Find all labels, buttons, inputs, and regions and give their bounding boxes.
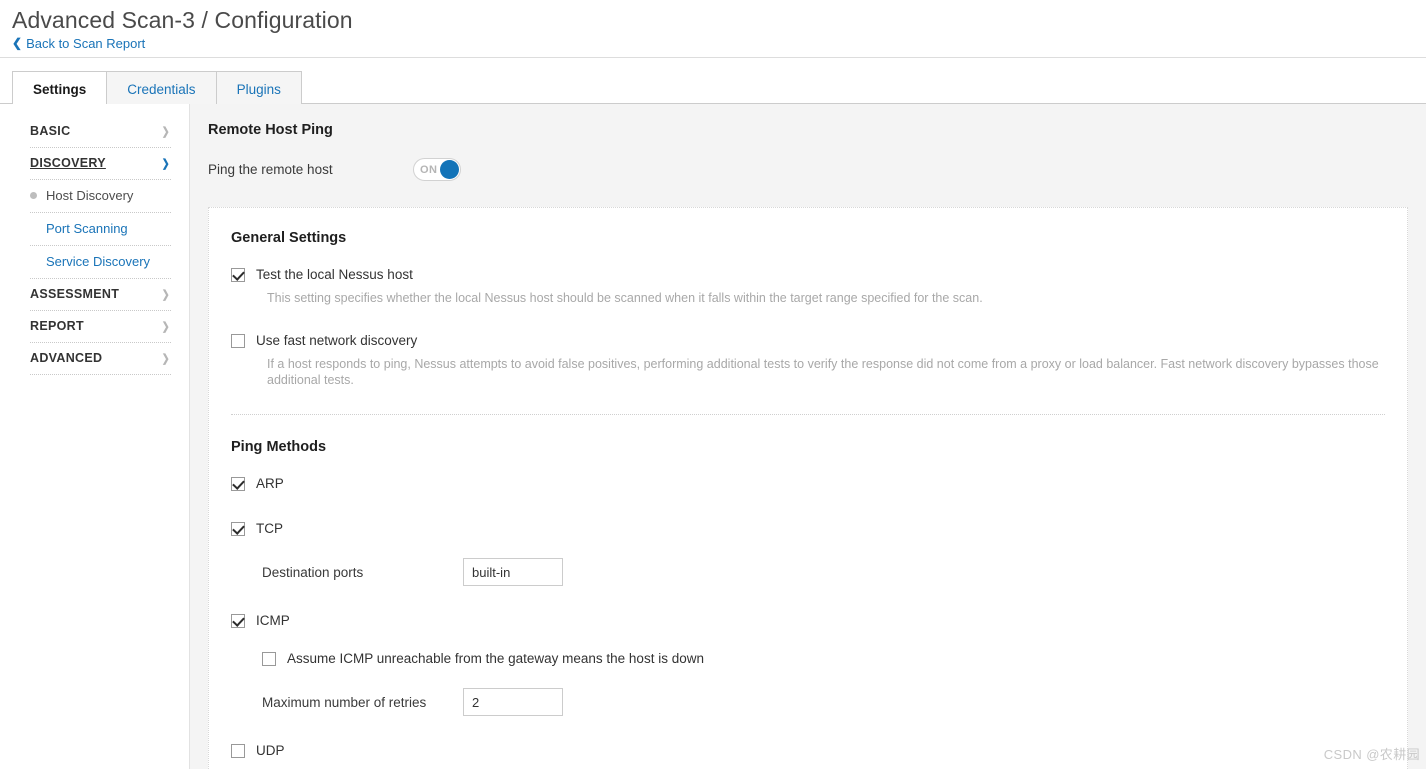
tab-plugins[interactable]: Plugins <box>215 71 302 104</box>
bullet-placeholder-icon <box>30 225 37 232</box>
udp-label: UDP <box>256 743 285 758</box>
general-settings-title: General Settings <box>231 230 347 246</box>
sidebar-group-discovery[interactable]: DISCOVERY ❯ <box>30 148 171 180</box>
chevron-right-icon: ❯ <box>162 125 171 138</box>
arp-checkbox[interactable] <box>231 477 245 491</box>
general-settings-section: General Settings Test the local Nessus h… <box>231 230 1385 392</box>
sidebar-group-assessment-label: ASSESSMENT <box>30 287 120 301</box>
settings-panel: General Settings Test the local Nessus h… <box>208 207 1408 769</box>
icmp-unreachable-label: Assume ICMP unreachable from the gateway… <box>287 651 704 666</box>
test-local-nessus-host-help: This setting specifies whether the local… <box>267 291 983 305</box>
toggle-state-label: ON <box>420 163 438 176</box>
sidebar-group-report[interactable]: REPORT ❯ <box>30 311 171 343</box>
remote-host-ping-title: Remote Host Ping <box>208 122 333 138</box>
sidebar-item-service-discovery[interactable]: Service Discovery <box>30 246 171 279</box>
settings-sidebar: BASIC ❯ DISCOVERY ❯ Host Discovery Port … <box>0 104 190 769</box>
back-to-scan-report-link[interactable]: ❮ Back to Scan Report <box>12 36 145 51</box>
ping-methods-title: Ping Methods <box>231 439 327 455</box>
tcp-label: TCP <box>256 521 283 536</box>
ping-remote-host-toggle[interactable]: ON <box>413 158 461 181</box>
tab-bar: Settings Credentials Plugins <box>0 58 1426 105</box>
sidebar-item-service-discovery-label: Service Discovery <box>46 254 151 269</box>
max-retries-label: Maximum number of retries <box>262 694 427 710</box>
ping-methods-section: Ping Methods ARP TCP Destination ports b… <box>231 439 1385 765</box>
settings-panel-wrapper: General Settings Test the local Nessus h… <box>190 207 1426 769</box>
chevron-down-icon: ❯ <box>162 157 171 170</box>
tcp-row: TCP <box>231 520 1385 537</box>
arp-label: ARP <box>256 476 284 491</box>
sidebar-item-host-discovery-label: Host Discovery <box>46 188 134 203</box>
sidebar-group-advanced-label: ADVANCED <box>30 351 103 365</box>
udp-row: UDP <box>231 742 1385 759</box>
icmp-unreachable-row: Assume ICMP unreachable from the gateway… <box>262 650 1385 667</box>
sidebar-item-host-discovery[interactable]: Host Discovery <box>30 180 171 213</box>
sidebar-group-assessment[interactable]: ASSESSMENT ❯ <box>30 279 171 311</box>
test-local-nessus-host-label: Test the local Nessus host <box>256 267 413 282</box>
sidebar-item-port-scanning-label: Port Scanning <box>46 221 128 236</box>
sidebar-group-advanced[interactable]: ADVANCED ❯ <box>30 343 171 375</box>
ping-remote-host-row: Ping the remote host ON <box>208 158 1426 181</box>
max-retries-row: Maximum number of retries <box>262 688 1385 716</box>
page-header: Advanced Scan-3 / Configuration ❮ Back t… <box>0 0 1426 58</box>
sidebar-group-discovery-label: DISCOVERY <box>30 156 106 170</box>
destination-ports-label: Destination ports <box>262 564 364 580</box>
active-bullet-icon <box>30 192 37 199</box>
sidebar-group-report-label: REPORT <box>30 319 84 333</box>
toggle-knob <box>440 160 459 179</box>
section-divider <box>231 414 1385 415</box>
chevron-left-icon: ❮ <box>12 36 23 50</box>
tab-credentials[interactable]: Credentials <box>106 71 217 104</box>
tcp-checkbox[interactable] <box>231 522 245 536</box>
chevron-right-icon: ❯ <box>162 320 171 333</box>
test-local-nessus-host-checkbox[interactable] <box>231 268 245 282</box>
chevron-right-icon: ❯ <box>162 288 171 301</box>
icmp-row: ICMP <box>231 612 1385 629</box>
body-wrapper: BASIC ❯ DISCOVERY ❯ Host Discovery Port … <box>0 104 1426 769</box>
icmp-unreachable-checkbox[interactable] <box>262 652 276 666</box>
remote-host-ping-section: Remote Host Ping Ping the remote host ON <box>190 122 1426 181</box>
sidebar-group-basic-label: BASIC <box>30 124 71 138</box>
tab-settings[interactable]: Settings <box>12 71 108 105</box>
settings-content: Remote Host Ping Ping the remote host ON… <box>190 104 1426 769</box>
ping-remote-host-label: Ping the remote host <box>208 162 333 177</box>
icmp-checkbox[interactable] <box>231 614 245 628</box>
destination-ports-row: Destination ports <box>262 558 1385 586</box>
use-fast-network-discovery-row: Use fast network discovery <box>231 332 1385 349</box>
bullet-placeholder-icon <box>30 258 37 265</box>
sidebar-group-basic[interactable]: BASIC ❯ <box>30 116 171 148</box>
use-fast-network-discovery-checkbox[interactable] <box>231 334 245 348</box>
destination-ports-input[interactable] <box>463 558 563 586</box>
use-fast-network-discovery-label: Use fast network discovery <box>256 333 418 348</box>
max-retries-input[interactable] <box>463 688 563 716</box>
udp-checkbox[interactable] <box>231 744 245 758</box>
page-title: Advanced Scan-3 / Configuration <box>12 7 353 33</box>
sidebar-item-port-scanning[interactable]: Port Scanning <box>30 213 171 246</box>
back-link-label: Back to Scan Report <box>26 35 146 51</box>
chevron-right-icon: ❯ <box>162 352 171 365</box>
use-fast-network-discovery-help: If a host responds to ping, Nessus attem… <box>267 357 1379 387</box>
icmp-label: ICMP <box>256 613 290 628</box>
arp-row: ARP <box>231 475 1385 492</box>
test-local-nessus-host-row: Test the local Nessus host <box>231 266 1385 283</box>
